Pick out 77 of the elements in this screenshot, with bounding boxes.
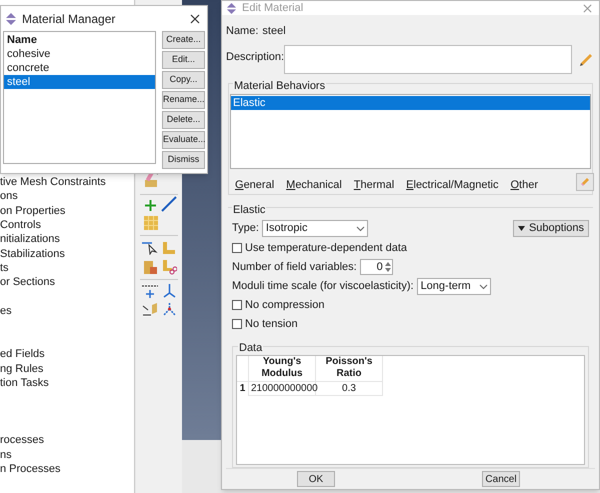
dialog-button[interactable]: Dismiss (162, 151, 205, 169)
close-icon[interactable] (190, 14, 200, 24)
column-header: Young's Modulus (249, 356, 316, 382)
partition-icon[interactable] (143, 260, 158, 275)
tree-item[interactable]: ng Rules (0, 362, 44, 376)
tree-item[interactable]: tive Mesh Constraints (0, 175, 106, 189)
csys-icon[interactable] (162, 302, 177, 317)
row-number: 1 (237, 382, 249, 396)
tree-item[interactable]: es (0, 304, 12, 318)
tree-item[interactable]: tion Tasks (0, 376, 49, 390)
name-label: Name: (226, 24, 258, 39)
time-scale-dropdown[interactable]: Long-term (416, 278, 491, 294)
material-item[interactable]: concrete (4, 61, 155, 75)
name-value: steel (262, 24, 286, 39)
column-header: Poisson's Ratio (316, 356, 383, 382)
triangle-down-icon (518, 226, 525, 230)
checkbox[interactable] (232, 243, 242, 253)
pencil-icon[interactable] (579, 52, 593, 66)
axes-icon[interactable] (162, 283, 177, 299)
line-icon[interactable] (161, 196, 177, 212)
dialog-button[interactable]: Edit... (162, 51, 205, 69)
material-item[interactable]: steel (4, 75, 155, 89)
field-label: Moduli time scale (for viscoelasticity): (232, 278, 414, 294)
app-icon (5, 12, 17, 24)
column-header: Name (6, 33, 38, 47)
dialog-button[interactable]: Delete... (162, 111, 205, 129)
checkbox[interactable] (232, 319, 242, 329)
menu-item[interactable]: General (235, 176, 274, 193)
tree-item[interactable]: rocesses (0, 433, 44, 448)
menu-item[interactable]: Mechanical (286, 176, 342, 193)
chevron-down-icon (356, 224, 365, 232)
scissors-icon[interactable] (162, 259, 177, 275)
datum-plane-icon[interactable] (142, 302, 159, 317)
material-item[interactable]: cohesive (4, 47, 155, 61)
checkbox-label: No compression (245, 298, 324, 313)
description-field[interactable] (284, 44, 572, 74)
menu-item[interactable]: Thermal (354, 176, 394, 193)
spin-arrows-icon[interactable] (384, 261, 391, 273)
field-label: Number of field variables: (232, 260, 357, 275)
dialog-button[interactable]: Evaluate... (162, 131, 205, 149)
type-dropdown[interactable]: Isotropic (262, 220, 368, 236)
tree-item[interactable]: Controls (0, 218, 41, 232)
menu-item[interactable]: Other (510, 176, 538, 193)
dialog-button[interactable]: Cancel (482, 470, 520, 487)
table-cell[interactable]: 210000000000 (249, 382, 316, 396)
select-icon[interactable] (142, 240, 158, 255)
tree-item[interactable]: or Sections (0, 275, 56, 290)
tree-item[interactable]: nitializations (0, 232, 60, 246)
tree-item[interactable]: ns (0, 448, 12, 462)
datum-point-icon[interactable] (141, 284, 159, 299)
type-label: Type: (232, 220, 259, 236)
window-title: Edit Material (242, 0, 304, 16)
number-spinner[interactable]: 0 (360, 259, 393, 275)
description-label: Description: (226, 50, 284, 64)
window-title: Material Manager (22, 10, 116, 28)
checkbox-label: No tension (245, 316, 298, 332)
app-icon (226, 2, 237, 14)
suboptions-button[interactable]: Suboptions (512, 220, 589, 236)
menu-item[interactable]: Electrical/Magnetic (406, 176, 498, 193)
tree-item[interactable]: ed Fields (0, 347, 45, 362)
table-cell[interactable]: 0.3 (316, 382, 383, 396)
corner-cell (237, 356, 249, 382)
tree-item[interactable]: n Processes (0, 462, 61, 476)
tree-item[interactable]: ts (0, 261, 9, 276)
dialog-button[interactable]: Rename... (162, 91, 205, 109)
dialog-button[interactable]: Copy... (162, 71, 205, 89)
tree-item[interactable]: Stabilizations (0, 246, 65, 261)
plus-icon[interactable] (145, 200, 156, 211)
chevron-down-icon (478, 282, 488, 290)
eraser-icon (580, 176, 590, 186)
tree-item[interactable]: ons (0, 189, 18, 204)
dialog-button[interactable]: Create... (162, 31, 205, 49)
tree-item[interactable]: on Properties (0, 204, 66, 218)
dialog-button[interactable]: OK (297, 470, 335, 487)
behavior-item[interactable]: Elastic (231, 96, 590, 110)
checkbox[interactable] (232, 300, 242, 310)
checkbox-label: Use temperature-dependent data (245, 240, 408, 256)
